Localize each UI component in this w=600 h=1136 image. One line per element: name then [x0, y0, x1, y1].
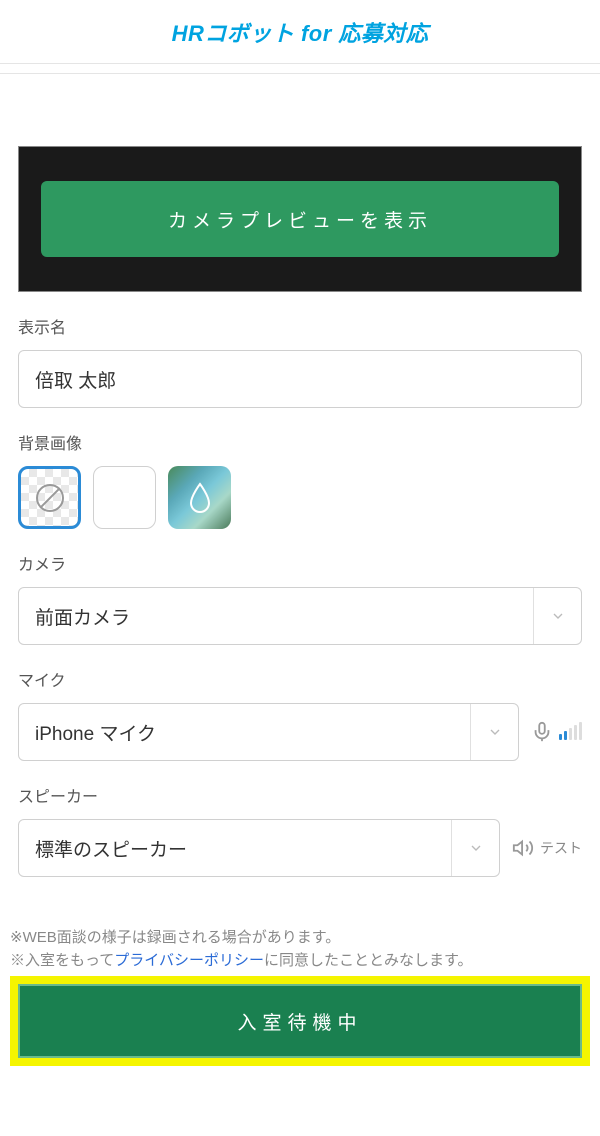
bg-option-blur[interactable]: [168, 466, 231, 529]
microphone-icon: [531, 721, 553, 743]
header: HRコボット for 応募対応: [0, 0, 600, 64]
background-label: 背景画像: [18, 430, 582, 454]
camera-group: カメラ 前面カメラ: [18, 551, 582, 645]
chevron-down-icon: [470, 704, 518, 760]
speaker-select[interactable]: 標準のスピーカー: [18, 819, 500, 877]
camera-select[interactable]: 前面カメラ: [18, 587, 582, 645]
mic-group: マイク iPhone マイク: [18, 667, 582, 761]
camera-preview-panel: カメラプレビューを表示: [18, 146, 582, 292]
mic-label: マイク: [18, 667, 582, 691]
chevron-down-icon: [451, 820, 499, 876]
display-name-label: 表示名: [18, 314, 582, 338]
mic-level-bars: [559, 724, 582, 740]
droplet-icon: [187, 482, 213, 514]
bg-option-none[interactable]: [18, 466, 81, 529]
main-content: カメラプレビューを表示 表示名 背景画像 カメラ 前面カメラ: [0, 146, 600, 877]
speaker-label: スピーカー: [18, 783, 582, 807]
none-icon: [36, 484, 64, 512]
logo: HRコボット for 応募対応: [172, 16, 429, 48]
chevron-down-icon: [533, 588, 581, 644]
notice-post: に同意したこととみなします。: [264, 952, 473, 969]
notice-block: ※WEB面談の様子は録画される場合があります。 ※入室をもってプライバシーポリシ…: [0, 927, 600, 972]
mic-value: iPhone マイク: [19, 719, 470, 746]
speaker-group: スピーカー 標準のスピーカー テスト: [18, 783, 582, 877]
notice-pre: ※入室をもって: [10, 952, 114, 969]
test-label: テスト: [540, 838, 582, 858]
mic-select[interactable]: iPhone マイク: [18, 703, 519, 761]
show-preview-button[interactable]: カメラプレビューを表示: [41, 181, 559, 257]
mic-level-indicator: [531, 721, 582, 743]
speaker-value: 標準のスピーカー: [19, 835, 451, 862]
enter-button-highlight: 入室待機中: [10, 976, 590, 1066]
notice-line-1: ※WEB面談の様子は録画される場合があります。: [10, 927, 590, 950]
notice-line-2: ※入室をもってプライバシーポリシーに同意したこととみなします。: [10, 950, 590, 973]
camera-label: カメラ: [18, 551, 582, 575]
display-name-group: 表示名: [18, 314, 582, 408]
sub-header-divider: [0, 64, 600, 74]
speaker-test[interactable]: テスト: [512, 837, 582, 859]
enter-room-button[interactable]: 入室待機中: [18, 984, 582, 1058]
background-group: 背景画像: [18, 430, 582, 529]
display-name-input[interactable]: [18, 350, 582, 408]
background-options: [18, 466, 582, 529]
bg-option-white[interactable]: [93, 466, 156, 529]
camera-value: 前面カメラ: [19, 603, 533, 630]
speaker-icon: [512, 837, 534, 859]
privacy-policy-link[interactable]: プライバシーポリシー: [114, 952, 264, 969]
